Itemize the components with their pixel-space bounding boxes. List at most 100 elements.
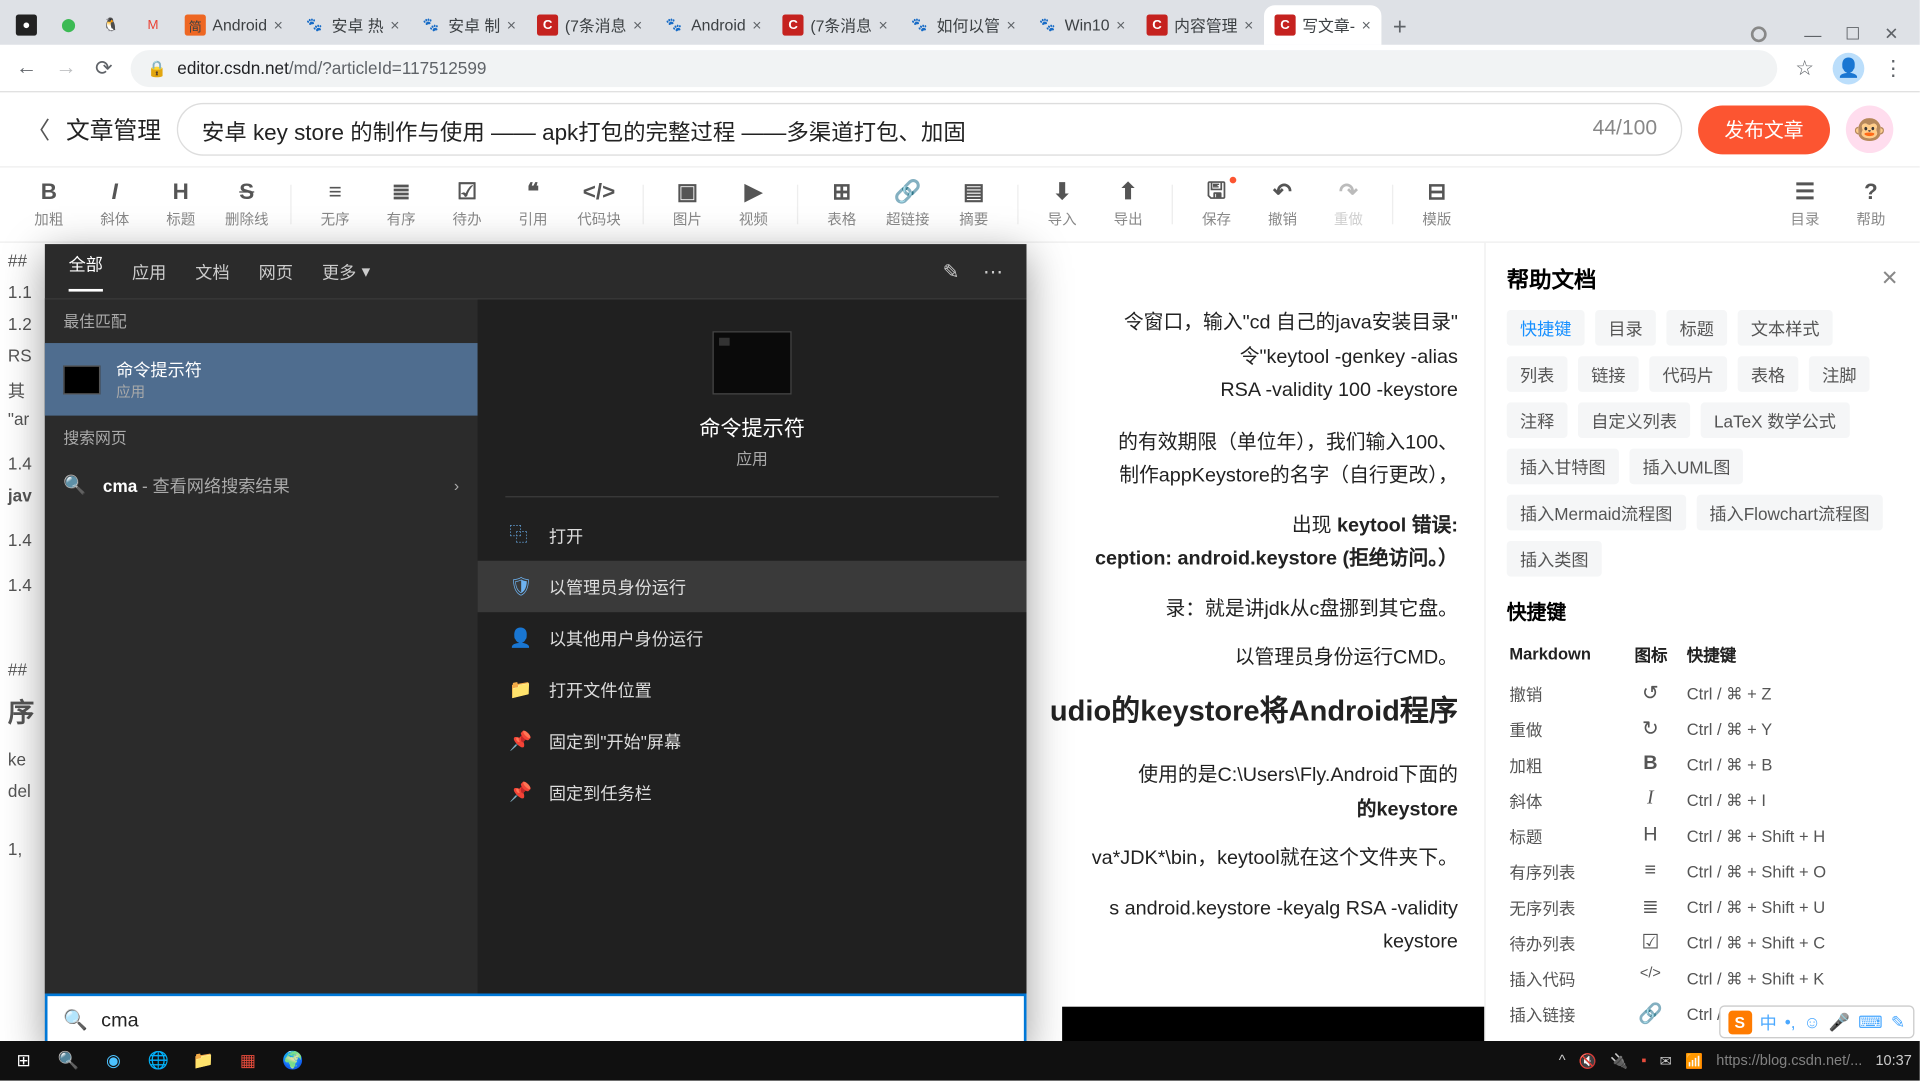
tab-8[interactable]: 🐾Android×	[653, 5, 772, 45]
help-tag[interactable]: 目录	[1595, 310, 1656, 346]
close-icon[interactable]: ×	[752, 16, 761, 34]
close-icon[interactable]: ×	[390, 16, 399, 34]
start-button[interactable]: ⊞	[8, 1045, 40, 1077]
tab-apps[interactable]: 应用	[132, 259, 166, 284]
help-tag[interactable]: 标题	[1666, 310, 1727, 346]
help-tag[interactable]: 代码片	[1649, 356, 1727, 392]
help-tag[interactable]: 表格	[1738, 356, 1799, 392]
action-pin-taskbar[interactable]: 📌固定到任务栏	[478, 767, 1027, 818]
tab-3[interactable]: M	[132, 5, 174, 45]
close-icon[interactable]: ×	[879, 16, 888, 34]
result-web[interactable]: 🔍 cma - 查看网络搜索结果 ›	[45, 459, 478, 510]
bookmark-button[interactable]: ☆	[1795, 55, 1814, 81]
close-icon[interactable]: ×	[633, 16, 642, 34]
help-tag[interactable]: 链接	[1578, 356, 1639, 392]
close-icon[interactable]: ×	[274, 16, 283, 34]
user-avatar[interactable]: 🐵	[1846, 106, 1893, 153]
ime-toolbar[interactable]: S 中 •, ☺ 🎤 ⌨ ✎	[1719, 1005, 1915, 1038]
tray-wifi-icon[interactable]: 📶	[1685, 1052, 1703, 1069]
back-icon[interactable]: 〈	[26, 112, 50, 146]
taskbar-explorer[interactable]: 📁	[187, 1045, 219, 1077]
tab-10[interactable]: 🐾如何以管×	[898, 5, 1026, 45]
url-input[interactable]: 🔒 editor.csdn.net/md/?articleId=11751259…	[131, 49, 1777, 86]
search-text-field[interactable]	[101, 1009, 1008, 1031]
close-icon[interactable]: ×	[507, 16, 516, 34]
help-tag[interactable]: LaTeX 数学公式	[1701, 402, 1849, 438]
search-button[interactable]: 🔍	[53, 1045, 85, 1077]
menu-button[interactable]: ⋮	[1883, 55, 1904, 81]
help-tag[interactable]: 快捷键	[1507, 310, 1585, 346]
action-run-other[interactable]: 👤以其他用户身份运行	[478, 612, 1027, 663]
redo-button[interactable]: ↷重做	[1315, 179, 1381, 229]
table-button[interactable]: ⊞表格	[809, 179, 875, 229]
help-tag[interactable]: 插入UML图	[1629, 449, 1743, 485]
help-tag[interactable]: 文本样式	[1738, 310, 1833, 346]
ime-mode[interactable]: 中	[1760, 1009, 1777, 1034]
code-button[interactable]: </>代码块	[566, 179, 632, 229]
taskbar-app[interactable]: 🌍	[277, 1045, 309, 1077]
quote-button[interactable]: ❝引用	[500, 179, 566, 229]
italic-button[interactable]: I斜体	[82, 179, 148, 229]
video-button[interactable]: ▶视频	[720, 179, 786, 229]
export-button[interactable]: ⬆导出	[1095, 179, 1161, 229]
close-icon[interactable]: ×	[1007, 16, 1016, 34]
back-button[interactable]: ←	[16, 56, 37, 80]
todo-button[interactable]: ☑待办	[434, 179, 500, 229]
tab-5[interactable]: 🐾安卓 热×	[293, 5, 410, 45]
taskbar-app[interactable]: ▦	[232, 1045, 264, 1077]
forward-button[interactable]: →	[55, 56, 76, 80]
tab-9[interactable]: C(7条消息×	[772, 5, 898, 45]
ol-button[interactable]: ≣有序	[368, 179, 434, 229]
tray-icon[interactable]: ✉	[1660, 1052, 1672, 1069]
profile-avatar[interactable]: 👤	[1833, 52, 1865, 84]
article-title-input[interactable]: 安卓 key store 的制作与使用 —— apk打包的完整过程 ——多渠道打…	[177, 103, 1682, 156]
ime-punct-icon[interactable]: •,	[1785, 1012, 1796, 1032]
tray-icon[interactable]: ▪	[1641, 1053, 1646, 1069]
tray-time[interactable]: 10:37	[1875, 1053, 1911, 1069]
help-tag[interactable]: 自定义列表	[1578, 402, 1690, 438]
import-button[interactable]: ⬇导入	[1029, 179, 1095, 229]
summary-button[interactable]: ▤摘要	[941, 179, 1007, 229]
tab-0[interactable]: ●	[5, 5, 47, 45]
save-button[interactable]: 🖫保存	[1184, 179, 1250, 229]
tray-up-icon[interactable]: ^	[1559, 1053, 1566, 1069]
tab-7[interactable]: C(7条消息×	[527, 5, 653, 45]
tab-active[interactable]: C写文章-×	[1264, 5, 1381, 45]
help-tag[interactable]: 插入类图	[1507, 541, 1602, 577]
windows-search-input[interactable]: 🔍	[45, 994, 1027, 1047]
ime-voice-icon[interactable]: 🎤	[1829, 1011, 1850, 1032]
tab-1[interactable]: ⬤	[47, 5, 89, 45]
help-tag[interactable]: 列表	[1507, 356, 1568, 392]
more-icon[interactable]: ⋯	[983, 259, 1003, 283]
taskbar-chrome[interactable]: 🌐	[142, 1045, 174, 1077]
tab-6[interactable]: 🐾安卓 制×	[410, 5, 527, 45]
close-icon[interactable]: ×	[1244, 16, 1253, 34]
action-open[interactable]: ⿻打开	[478, 508, 1027, 561]
help-button[interactable]: ?帮助	[1838, 179, 1904, 229]
tab-more[interactable]: 更多 ▾	[322, 259, 370, 284]
link-button[interactable]: 🔗超链接	[875, 179, 941, 229]
ime-keyboard-icon[interactable]: ⌨	[1858, 1011, 1883, 1032]
ime-emoji-icon[interactable]: ☺	[1803, 1012, 1821, 1032]
maximize-button[interactable]: ☐	[1845, 24, 1860, 45]
close-window-button[interactable]: ✕	[1884, 24, 1898, 45]
undo-button[interactable]: ↶撤销	[1249, 179, 1315, 229]
template-button[interactable]: ⊟模版	[1404, 179, 1470, 229]
help-tag[interactable]: 注释	[1507, 402, 1568, 438]
ime-settings-icon[interactable]: ✎	[1891, 1011, 1905, 1032]
tab-2[interactable]: 🐧	[90, 5, 132, 45]
feedback-icon[interactable]: ✎	[943, 259, 960, 283]
close-icon[interactable]: ×	[1116, 16, 1125, 34]
strike-button[interactable]: S删除线	[214, 179, 280, 229]
tray-volume-icon[interactable]: 🔇	[1579, 1052, 1597, 1069]
heading-button[interactable]: H标题	[148, 179, 214, 229]
minimize-button[interactable]: —	[1804, 24, 1821, 44]
action-run-admin[interactable]: 🛡以管理员身份运行	[478, 561, 1027, 612]
record-icon[interactable]	[1751, 26, 1767, 42]
help-tag[interactable]: 插入Mermaid流程图	[1507, 495, 1686, 531]
close-help-icon[interactable]: ✕	[1881, 265, 1899, 291]
result-cmd[interactable]: 命令提示符应用	[45, 343, 478, 416]
reload-button[interactable]: ⟳	[95, 55, 113, 81]
new-tab-button[interactable]: +	[1381, 8, 1418, 45]
publish-button[interactable]: 发布文章	[1698, 105, 1830, 154]
